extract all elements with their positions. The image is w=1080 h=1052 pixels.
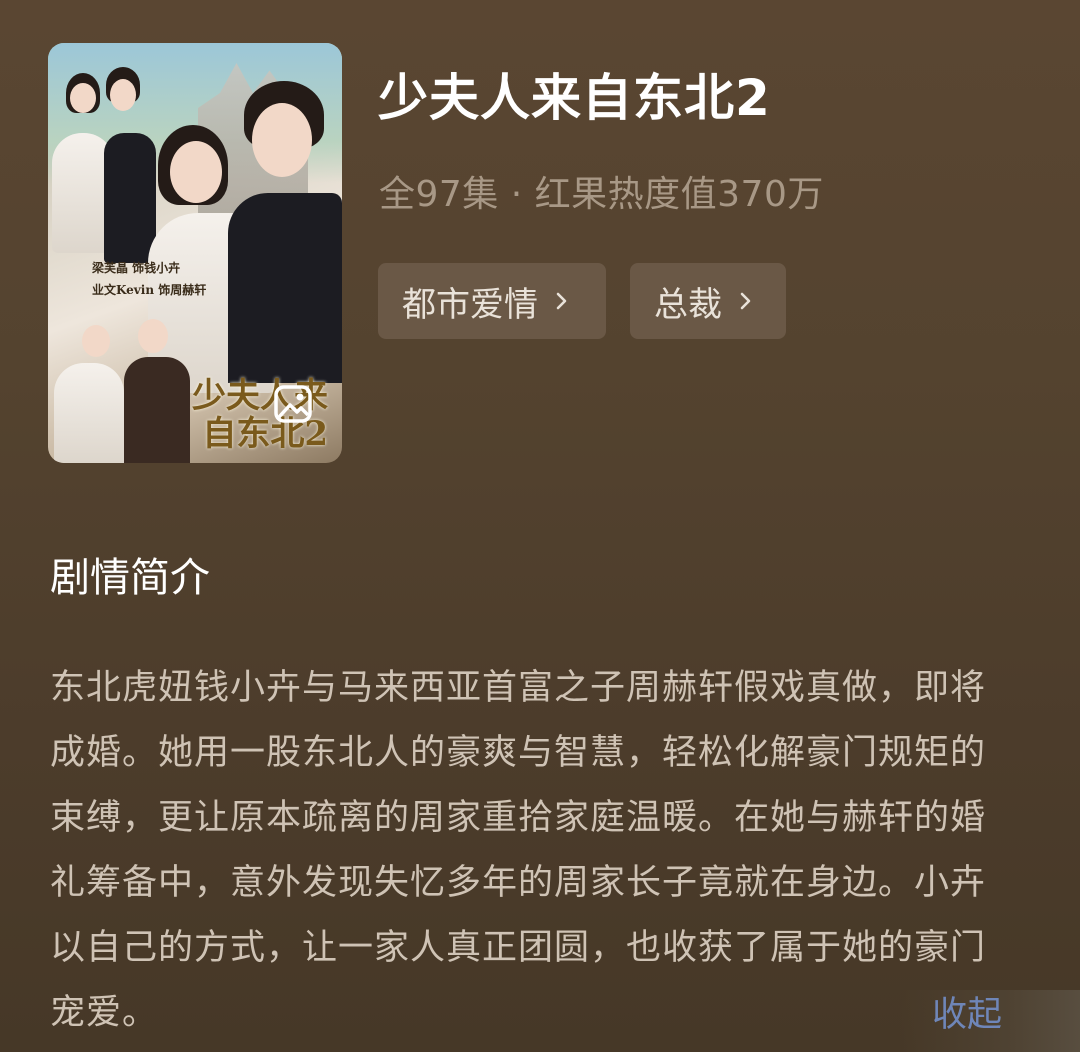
drama-meta: 全97集 · 红果热度值370万 — [379, 174, 824, 215]
poster-face — [170, 141, 222, 203]
poster-cast-line: 业文Kevin 饰周赫轩 — [92, 283, 207, 297]
synopsis-heading: 剧情简介 — [50, 555, 210, 601]
poster-cast-credits: 梁芙晶 饰钱小卉 业文Kevin 饰周赫轩 — [92, 257, 206, 301]
drama-poster[interactable]: 梁芙晶 饰钱小卉 业文Kevin 饰周赫轩 少夫人来自东北2 — [48, 43, 342, 463]
poster-face — [252, 103, 312, 177]
poster-face — [70, 83, 96, 113]
poster-cast-line: 梁芙晶 饰钱小卉 — [92, 261, 181, 275]
collapse-link[interactable]: 收起 — [932, 986, 1002, 1037]
tag-urban-romance[interactable]: 都市爱情 — [378, 263, 606, 339]
synopsis-text: 东北虎妞钱小卉与马来西亚首富之子周赫轩假戏真做，即将成婚。她用一股东北人的豪爽与… — [50, 668, 987, 1033]
poster-face — [82, 325, 110, 357]
poster-groom-main — [228, 193, 342, 383]
poster-groom-bottom — [124, 357, 190, 463]
image-icon — [274, 385, 312, 423]
poster-bride-bottom — [54, 363, 124, 463]
poster-face — [138, 319, 168, 353]
tag-ceo[interactable]: 总裁 — [630, 263, 786, 339]
poster-groom-small — [104, 133, 156, 263]
tag-label: 都市爱情 — [402, 284, 538, 325]
poster-face — [110, 79, 136, 111]
drama-title: 少夫人来自东北2 — [378, 69, 771, 127]
chevron-right-icon — [740, 292, 751, 310]
tag-label: 总裁 — [654, 284, 722, 325]
chevron-right-icon — [556, 292, 567, 310]
